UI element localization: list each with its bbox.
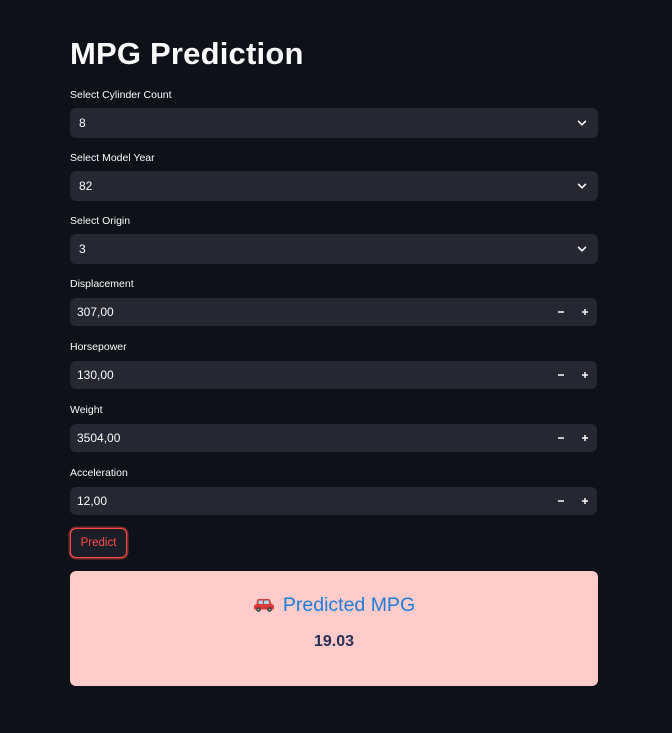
acceleration-decrement-button[interactable] [549,487,573,515]
app-root: MPG Prediction Select Cylinder Count 8 S… [0,0,672,733]
displacement-input[interactable]: 307,00 [77,305,114,319]
acceleration-input[interactable]: 12,00 [77,494,107,508]
displacement-increment-button[interactable] [573,298,597,326]
horsepower-increment-button[interactable] [573,361,597,389]
minus-icon [558,437,564,439]
horsepower-label: Horsepower [70,341,127,353]
origin-label: Select Origin [70,215,131,227]
chevron-down-icon [577,120,587,126]
result-heading-text: Predicted MPG [282,594,416,616]
acceleration-label: Acceleration [70,467,128,479]
displacement-number-field: 307,00 [70,298,597,326]
cylinder-count-label: Select Cylinder Count [70,89,172,101]
cylinder-count-select[interactable]: 8 [70,108,598,138]
plus-icon [582,435,588,441]
minus-icon [558,374,564,376]
model-year-select[interactable]: 82 [70,171,598,201]
origin-value: 3 [79,242,86,256]
minus-icon [558,311,564,313]
acceleration-number-field: 12,00 [70,487,597,515]
weight-decrement-button[interactable] [549,424,573,452]
displacement-decrement-button[interactable] [549,298,573,326]
plus-icon [582,372,588,378]
horsepower-decrement-button[interactable] [549,361,573,389]
displacement-label: Displacement [70,278,134,290]
weight-label: Weight [70,404,103,416]
weight-input[interactable]: 3504,00 [77,431,120,445]
horsepower-number-field: 130,00 [70,361,597,389]
minus-icon [558,500,564,502]
result-panel: Predicted MPG 19.03 [70,571,598,686]
predicted-mpg-value: 19.03 [313,633,355,650]
cylinder-count-value: 8 [79,116,86,130]
weight-number-field: 3504,00 [70,424,597,452]
page-title: MPG Prediction [70,36,304,71]
model-year-value: 82 [79,179,93,193]
predict-button[interactable]: Predict [70,528,127,558]
result-heading: Predicted MPG [70,593,598,617]
chevron-down-icon [577,246,587,252]
plus-icon [582,498,588,504]
horsepower-input[interactable]: 130,00 [77,368,114,382]
plus-icon [582,309,588,315]
model-year-label: Select Model Year [70,152,155,164]
weight-increment-button[interactable] [573,424,597,452]
chevron-down-icon [577,183,587,189]
acceleration-increment-button[interactable] [573,487,597,515]
origin-select[interactable]: 3 [70,234,598,264]
car-icon [253,599,274,612]
